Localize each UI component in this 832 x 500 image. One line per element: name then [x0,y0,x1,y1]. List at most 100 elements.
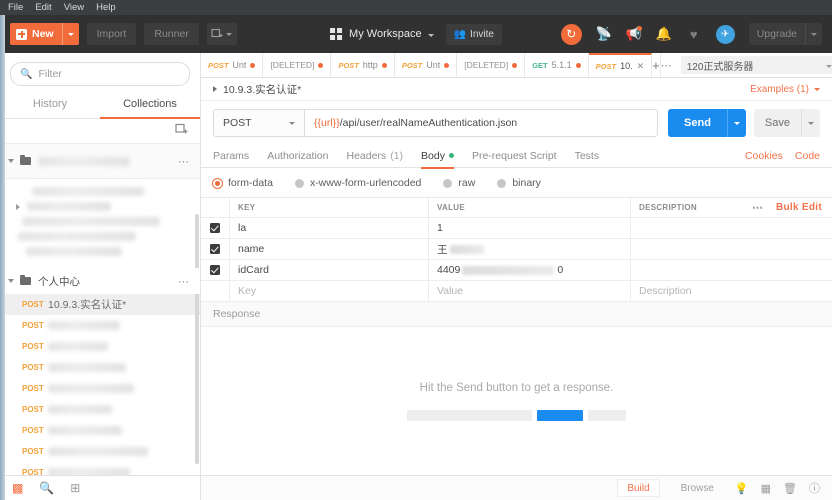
tab-more-icon[interactable]: ⋯ [661,53,673,77]
tab-authorization[interactable]: Authorization [267,145,328,167]
response-illustration [407,409,626,421]
browse-tab[interactable]: Browse [672,480,723,496]
list-item[interactable]: POST [0,315,200,336]
tab-body[interactable]: Body [421,145,454,169]
upgrade-label: Upgrade [756,28,797,40]
upgrade-dropdown[interactable] [805,23,822,45]
column-key: KEY [230,198,429,217]
menu-file[interactable]: File [8,0,23,15]
satellite-icon[interactable]: 📡 [596,26,612,42]
plus-icon [16,28,27,40]
filter-input[interactable]: 🔍 Filter [10,62,190,86]
row-checkbox[interactable] [210,265,220,275]
tab-headers-label: Headers [346,150,387,162]
request-tab-active[interactable]: POST 10. ✕ [588,53,653,77]
collection-blurred-group[interactable] [0,179,200,268]
tab-pre-request-script[interactable]: Pre-request Script [472,145,557,167]
request-tab[interactable]: [DELETED] [457,53,526,77]
bell-icon[interactable]: 🔔 [656,26,672,42]
list-item[interactable]: POST [0,399,200,420]
table-row[interactable]: idCard 4409 0 [201,260,832,281]
window-left-edge [0,15,5,500]
request-tab[interactable]: [DELETED] [263,53,332,77]
list-item[interactable]: POST [0,378,200,399]
response-hint: Hit the Send button to get a response. [419,381,614,394]
folder-more-icon[interactable]: ⋯ [178,275,190,288]
request-tab[interactable]: POST Unt [201,53,264,77]
tab-collections[interactable]: Collections [100,92,200,119]
collection-more-icon[interactable]: ⋯ [178,155,190,168]
environment-selector[interactable]: 120正式服务器 [680,56,832,74]
radio-binary[interactable]: binary [497,177,541,189]
console-icon[interactable]: ⊞ [70,481,80,495]
row-checkbox[interactable] [210,244,220,254]
table-row[interactable]: name 王 [201,239,832,260]
send-button[interactable]: Send [668,109,727,137]
save-button[interactable]: Save [753,109,801,137]
menu-view[interactable]: View [64,0,84,15]
radio-urlencoded[interactable]: x-www-form-urlencoded [294,177,421,189]
close-icon[interactable]: ✕ [637,61,645,72]
row-checkbox[interactable] [210,223,220,233]
cookies-link[interactable]: Cookies [745,150,783,162]
tab-history[interactable]: History [0,92,100,118]
table-row[interactable]: la 1 [201,218,832,239]
tab-params[interactable]: Params [213,145,249,167]
menu-help[interactable]: Help [96,0,116,15]
tab-tests[interactable]: Tests [575,145,600,167]
new-window-button[interactable] [206,23,237,45]
radio-label: form-data [228,177,273,189]
build-tab[interactable]: Build [617,479,660,497]
radio-raw[interactable]: raw [443,177,475,189]
request-tab[interactable]: GET 5.1.1 [525,53,589,77]
tab-headers[interactable]: Headers (1) [346,145,403,167]
heart-icon[interactable]: ♥ [686,26,702,42]
search-icon[interactable]: 🔍 [39,481,54,495]
list-item[interactable]: POST [0,441,200,462]
method-selector[interactable]: POST [213,109,304,137]
sidebar-scrollbar[interactable] [195,214,199,464]
bulk-edit-button[interactable]: Bulk Edit [776,202,822,213]
folder-personal-center[interactable]: 个人中心 ⋯ [0,268,200,294]
list-item[interactable]: POST [0,357,200,378]
sidebar-toggle-icon[interactable]: ▩ [12,481,23,495]
send-dropdown[interactable] [726,109,746,137]
new-button-dropdown[interactable] [61,23,79,45]
save-dropdown[interactable] [801,109,820,137]
invite-button[interactable]: 👥 Invite [445,23,502,45]
help-icon[interactable]: ⓘ [809,480,820,496]
grid-icon[interactable]: ▦ [761,482,771,495]
sync-icon[interactable]: ↻ [560,23,582,45]
list-item[interactable]: POST [0,336,200,357]
radio-form-data[interactable]: form-data [213,177,273,189]
examples-dropdown[interactable]: Examples (1) [750,84,820,95]
collection-root[interactable]: ⋯ [0,144,200,179]
trash-icon[interactable]: 🗑 [783,482,797,495]
list-item[interactable]: POST [0,462,200,475]
new-button[interactable]: New [10,23,79,45]
request-method: POST [22,321,44,330]
request-tab[interactable]: POST Unt [395,53,458,77]
collection-tree[interactable]: ⋯ 个人中心 ⋯ POST 10.9.3.实名认证* POST POST POS… [0,144,200,475]
menu-edit[interactable]: Edit [35,0,51,15]
save-group: Save [753,109,820,137]
workspace-selector[interactable]: My Workspace 👥 Invite [330,23,502,45]
new-collection-icon[interactable] [175,123,188,139]
url-input[interactable]: {{url}}/api/user/realNameAuthentication.… [304,109,659,137]
response-label: Response [213,308,261,320]
request-tab[interactable]: POST http [331,53,395,77]
list-item[interactable]: POST [0,420,200,441]
bulb-icon[interactable]: 💡 [735,482,749,495]
user-avatar[interactable]: ✈ [715,24,735,44]
url-path: /api/user/realNameAuthentication.json [339,117,518,129]
import-button[interactable]: Import [86,23,137,45]
new-tab-button[interactable]: + [652,53,661,77]
folder-icon [20,274,31,285]
table-row-placeholder[interactable]: Key Value Description [201,281,832,302]
runner-button[interactable]: Runner [144,23,199,45]
sidebar-request-selected[interactable]: POST 10.9.3.实名认证* [0,294,200,315]
table-more-icon[interactable]: ⋯ [752,201,764,214]
code-link[interactable]: Code [795,150,820,162]
megaphone-icon[interactable]: 📢 [626,26,642,42]
upgrade-button[interactable]: Upgrade [748,23,822,45]
